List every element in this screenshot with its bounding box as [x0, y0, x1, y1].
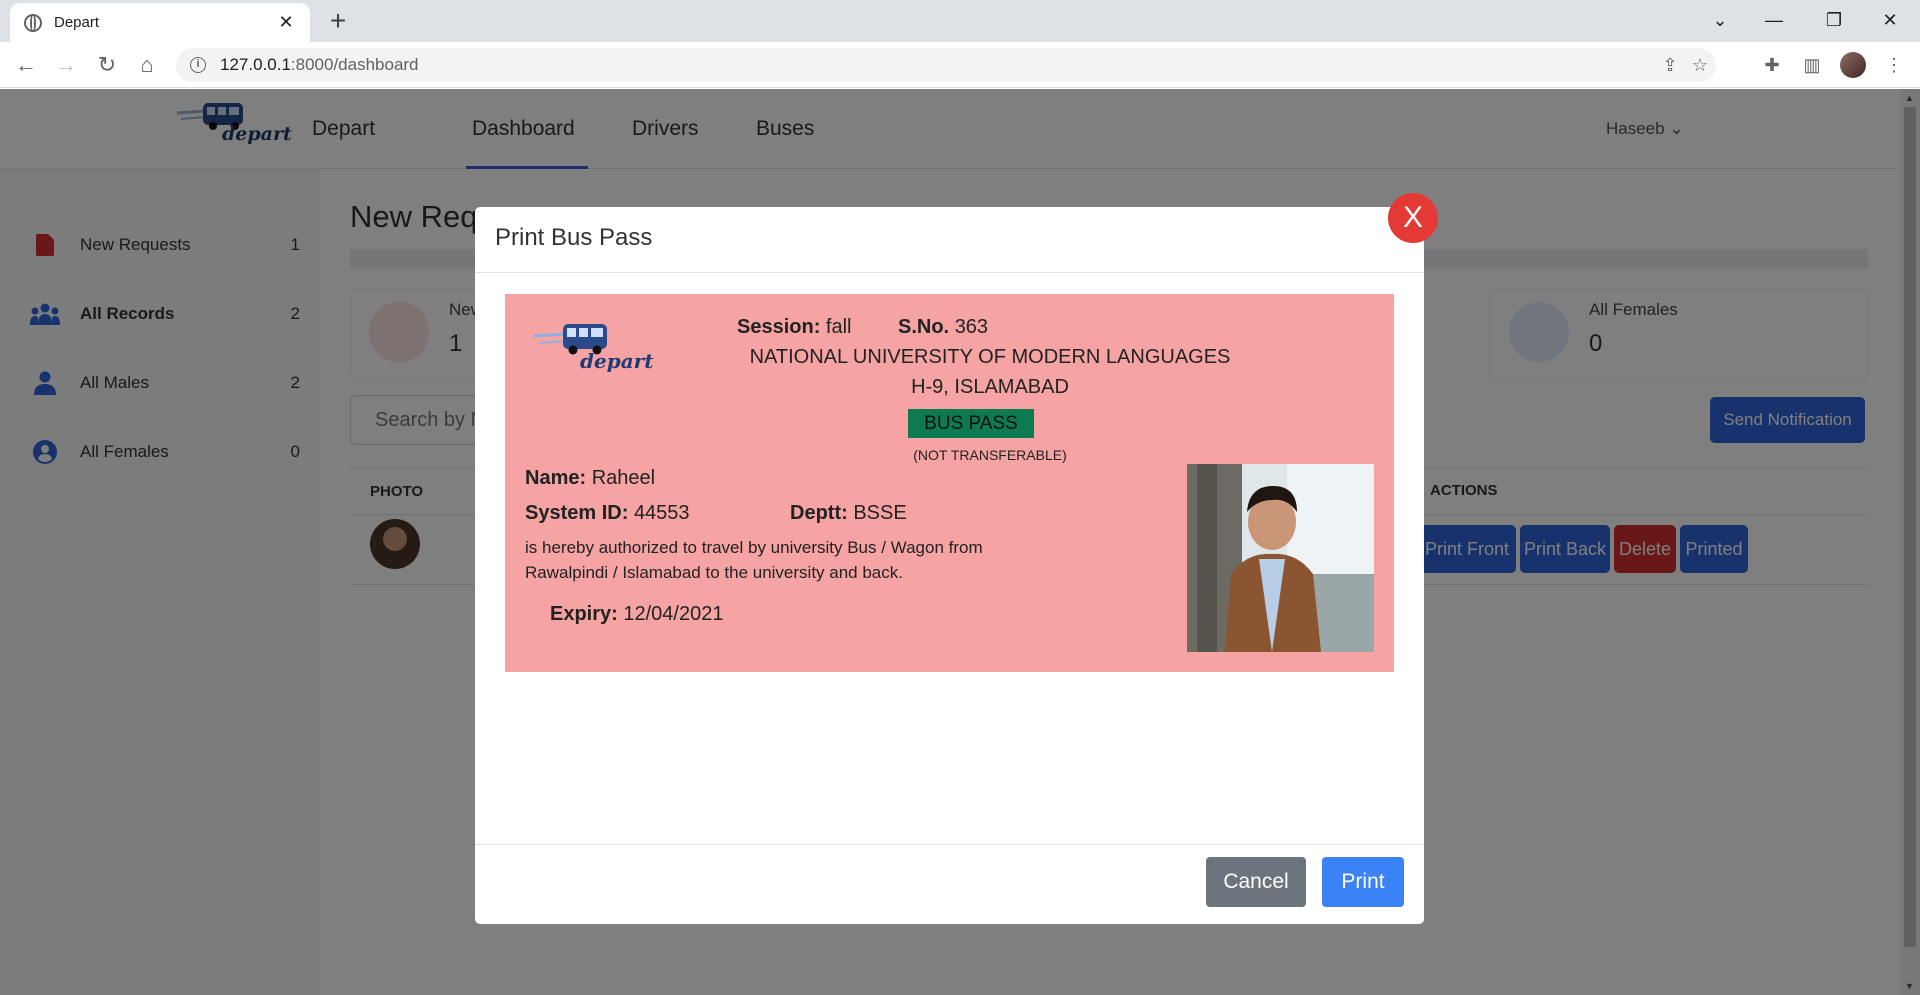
browser-menu-icon[interactable]: ⋮ [1880, 51, 1908, 79]
pass-logo-text: depart [580, 349, 654, 373]
bus-pass-card: depart Session: fall S.No. 363 NATIONAL … [505, 294, 1394, 672]
system-id-field: System ID: 44553 [525, 502, 690, 525]
reload-icon[interactable]: ↻ [93, 51, 121, 79]
modal-close-button[interactable]: X [1388, 193, 1438, 243]
session-value: fall [825, 316, 852, 338]
minimize-icon[interactable]: — [1754, 6, 1794, 34]
name-label: Name: [525, 467, 587, 489]
department-field: Deptt: BSSE [790, 502, 907, 525]
site-info-icon[interactable]: i [190, 57, 206, 73]
sno-value: 363 [954, 316, 989, 338]
bookmark-star-icon[interactable]: ☆ [1686, 48, 1714, 82]
globe-icon [24, 13, 42, 32]
authorization-text: is hereby authorized to travel by univer… [525, 538, 983, 582]
extensions-icon[interactable]: ✚ [1758, 51, 1786, 79]
tab-close-icon[interactable]: ✕ [276, 12, 296, 33]
system-id-value: 44553 [633, 502, 690, 524]
name-value: Raheel [591, 467, 656, 489]
session-field: Session: fall [737, 316, 852, 339]
url-text: 127.0.0.1:8000/dashboard [220, 55, 419, 75]
cancel-button[interactable]: Cancel [1206, 857, 1306, 907]
restore-icon[interactable]: ❐ [1814, 6, 1854, 34]
back-icon[interactable]: ← [12, 51, 40, 79]
address-bar[interactable]: i 127.0.0.1:8000/dashboard ⇪ ☆ [176, 48, 1716, 82]
modal-title: Print Bus Pass [495, 224, 653, 251]
name-field: Name: Raheel [525, 467, 655, 490]
url-host: 127.0.0.1 [220, 55, 291, 74]
new-tab-button[interactable]: + [323, 6, 353, 36]
expiry-label: Expiry: [550, 603, 618, 625]
tab-search-icon[interactable]: ⌄ [1700, 6, 1740, 34]
serial-number-field: S.No. 363 [898, 316, 988, 339]
bus-pass-badge: BUS PASS [908, 409, 1034, 438]
browser-toolbar: ← → ↻ ⌂ i 127.0.0.1:8000/dashboard ⇪ ☆ ✚… [0, 42, 1920, 88]
expiry-field: Expiry: 12/04/2021 [550, 603, 723, 626]
department-label: Deptt: [790, 502, 848, 524]
tab-title: Depart [54, 14, 100, 31]
print-bus-pass-modal: Print Bus Pass depart Session: fall S.No… [475, 207, 1424, 924]
student-photo [1187, 464, 1374, 652]
profile-avatar[interactable] [1840, 52, 1866, 78]
not-transferable-note: (NOT TRANSFERABLE) [913, 447, 1067, 463]
share-icon[interactable]: ⇪ [1656, 48, 1684, 82]
system-id-label: System ID: [525, 502, 629, 524]
print-button[interactable]: Print [1322, 857, 1404, 907]
university-address: H-9, ISLAMABAD [911, 376, 1069, 398]
session-label: Session: [737, 316, 821, 338]
sno-label: S.No. [898, 316, 950, 338]
window-close-icon[interactable]: ✕ [1870, 6, 1910, 34]
department-value: BSSE [853, 502, 907, 524]
home-icon[interactable]: ⌂ [133, 51, 161, 79]
url-path: :8000/dashboard [290, 55, 419, 74]
browser-tab[interactable]: Depart ✕ [10, 3, 310, 42]
forward-icon[interactable]: → [52, 51, 80, 79]
university-name: NATIONAL UNIVERSITY OF MODERN LANGUAGES [749, 346, 1231, 368]
side-panel-icon[interactable]: ▥ [1798, 51, 1826, 79]
expiry-value: 12/04/2021 [623, 603, 724, 625]
browser-tabbar: Depart ✕ + ⌄ — ❐ ✕ [0, 0, 1920, 42]
modal-header: Print Bus Pass [475, 207, 1424, 273]
